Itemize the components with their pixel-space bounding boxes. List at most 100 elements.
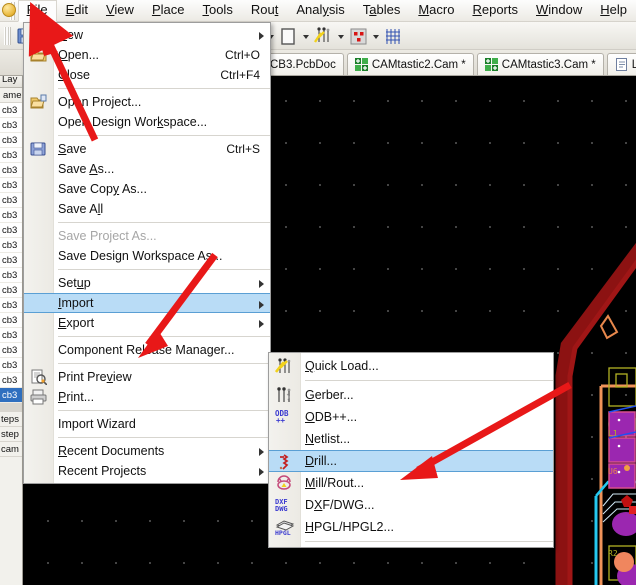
import-menu-item-drill[interactable]: Drill... [269,450,553,472]
file-menu-item-label: Recent Documents [58,444,260,458]
chevron-down-icon[interactable] [300,24,311,48]
file-menu-item-save-copy-as[interactable]: Save Copy As... [24,179,270,199]
panel-footer-row[interactable]: teps [0,412,22,427]
file-menu-item-recent-documents[interactable]: Recent Documents [24,441,270,461]
file-menu-item-save[interactable]: SaveCtrl+S [24,139,270,159]
import-menu-separator [305,380,553,381]
document-tab-2[interactable]: CAMtastic3.Cam * [477,53,604,75]
menubar-item-file[interactable]: File [18,0,57,22]
menubar-item-place[interactable]: Place [143,0,194,21]
document-tab-1[interactable]: CAMtastic2.Cam * [347,53,474,75]
import-menu-item-label: HPGL/HPGL2... [305,520,543,534]
file-menu-item-recent-projects[interactable]: Recent Projects [24,461,270,481]
app-logo [0,0,10,22]
file-menu-item-import-wizard[interactable]: Import Wizard [24,414,270,434]
menubar-item-rout[interactable]: Rout [242,0,287,21]
file-menu-item-close[interactable]: CloseCtrl+F4 [24,65,270,85]
layer-row[interactable]: cb3 [0,343,22,358]
toolbar-grip[interactable] [4,27,11,45]
layer-row[interactable]: cb3 [0,193,22,208]
document-tab-0[interactable]: CB3.PcbDoc [262,53,344,75]
layer-row[interactable]: cb3 [0,223,22,238]
file-menu-item-label: Open Project... [58,95,260,109]
layer-row[interactable]: cb3 [0,283,22,298]
file-menu-item-save-design-workspace-as[interactable]: Save Design Workspace As... [24,246,270,266]
layer-row[interactable]: cb3 [0,298,22,313]
file-menu-item-print-preview[interactable]: Print Preview [24,367,270,387]
panel-column-header-name[interactable]: ame [0,88,22,103]
menubar-item-tables[interactable]: Tables [354,0,410,21]
import-menu-item-mill-rout[interactable]: Mill/Rout... [269,472,553,494]
layer-row[interactable]: cb3 [0,328,22,343]
layer-row[interactable]: cb3 [0,358,22,373]
chevron-down-icon[interactable] [335,24,346,48]
apertures-icon[interactable] [346,24,370,48]
file-menu-item-component-release-manager[interactable]: Component Release Manager... [24,340,270,360]
file-menu-item-setup[interactable]: Setup [24,273,270,293]
file-menu-separator [58,88,270,89]
file-menu-item-save-as[interactable]: Save As... [24,159,270,179]
file-menu-item-label: Close [58,68,206,82]
layer-row[interactable]: cb3 [0,253,22,268]
import-menu-item-gerber[interactable]: Gerber... [269,384,553,406]
layer-row[interactable]: cb3 [0,133,22,148]
layer-row[interactable]: cb3 [0,388,22,403]
file-menu-item-import[interactable]: Import [24,293,270,313]
panel-footer-list[interactable]: tepsstepcam [0,412,22,457]
file-menu-item-open-design-workspace[interactable]: Open Design Workspace... [24,112,270,132]
import-menu-item-netlist[interactable]: Netlist... [269,428,553,450]
grid-icon[interactable] [381,24,405,48]
layer-row[interactable]: cb3 [0,118,22,133]
file-menu-separator [58,410,270,411]
menubar-item-reports[interactable]: Reports [463,0,527,21]
panel-footer-row[interactable]: cam [0,442,22,457]
file-menu-item-accelerator: Ctrl+S [212,142,260,156]
file-menu-item-save-all[interactable]: Save All [24,199,270,219]
quick-load-icon[interactable] [311,24,335,48]
layer-row[interactable]: cb3 [0,148,22,163]
file-menu-item-label: Save [58,142,212,156]
import-submenu-popup[interactable]: Quick Load... Gerber...ODB++ODB++...Netli… [268,352,554,548]
file-menu-separator [58,336,270,337]
menubar-item-help[interactable]: Help [591,0,636,21]
menubar-item-view[interactable]: View [97,0,143,21]
mill-rout-icon [275,474,292,490]
file-menu-item-new[interactable]: New [24,25,270,45]
file-menu-item-label: New [58,28,260,42]
layer-row[interactable]: cb3 [0,163,22,178]
menu-bar[interactable]: FileEditViewPlaceToolsRoutAnalysisTables… [0,0,636,22]
panel-footer-row[interactable]: step [0,427,22,442]
menubar-item-macro[interactable]: Macro [409,0,463,21]
import-menu-item-quick-load[interactable]: Quick Load... [269,355,553,377]
import-menu-item-hpgl-hpgl2[interactable]: HPGLHPGL/HPGL2... [269,516,553,538]
layer-row[interactable]: cb3 [0,373,22,388]
layers-panel[interactable]: litor Lay ame cb3cb3cb3cb3cb3cb3cb3cb3cb… [0,50,23,585]
file-menu-item-accelerator: Ctrl+F4 [206,68,260,82]
file-menu-item-export[interactable]: Export [24,313,270,333]
layer-row[interactable]: cb3 [0,238,22,253]
import-menu-item-dxf-dwg[interactable]: DXFDWGDXF/DWG... [269,494,553,516]
chevron-down-icon[interactable] [370,24,381,48]
layer-row[interactable]: cb3 [0,313,22,328]
file-menu-item-open-project[interactable]: Open Project... [24,92,270,112]
menubar-item-window[interactable]: Window [527,0,591,21]
import-menu-item-label: Drill... [305,454,543,468]
pad-tool-icon[interactable] [276,24,300,48]
menubar-item-tools[interactable]: Tools [193,0,241,21]
layer-row-list[interactable]: cb3cb3cb3cb3cb3cb3cb3cb3cb3cb3cb3cb3cb3c… [0,103,22,403]
log-icon [615,58,628,71]
layer-row[interactable]: cb3 [0,178,22,193]
layer-row[interactable]: cb3 [0,103,22,118]
file-menu-item-print[interactable]: Print... [24,387,270,407]
file-menu-popup[interactable]: NewOpen...Ctrl+OCloseCtrl+F4Open Project… [23,22,271,484]
document-tab-3[interactable]: Log_201 [607,53,636,75]
file-menu-item-open[interactable]: Open...Ctrl+O [24,45,270,65]
save-icon [30,141,47,157]
menubar-item-analysis[interactable]: Analysis [287,0,353,21]
import-menu-item-odb[interactable]: ODB++ODB++... [269,406,553,428]
svg-text:R2: R2 [608,549,618,558]
layer-row[interactable]: cb3 [0,208,22,223]
menubar-item-edit[interactable]: Edit [57,0,97,21]
layer-row[interactable]: cb3 [0,268,22,283]
file-menu-item-save-project-as: Save Project As... [24,226,270,246]
